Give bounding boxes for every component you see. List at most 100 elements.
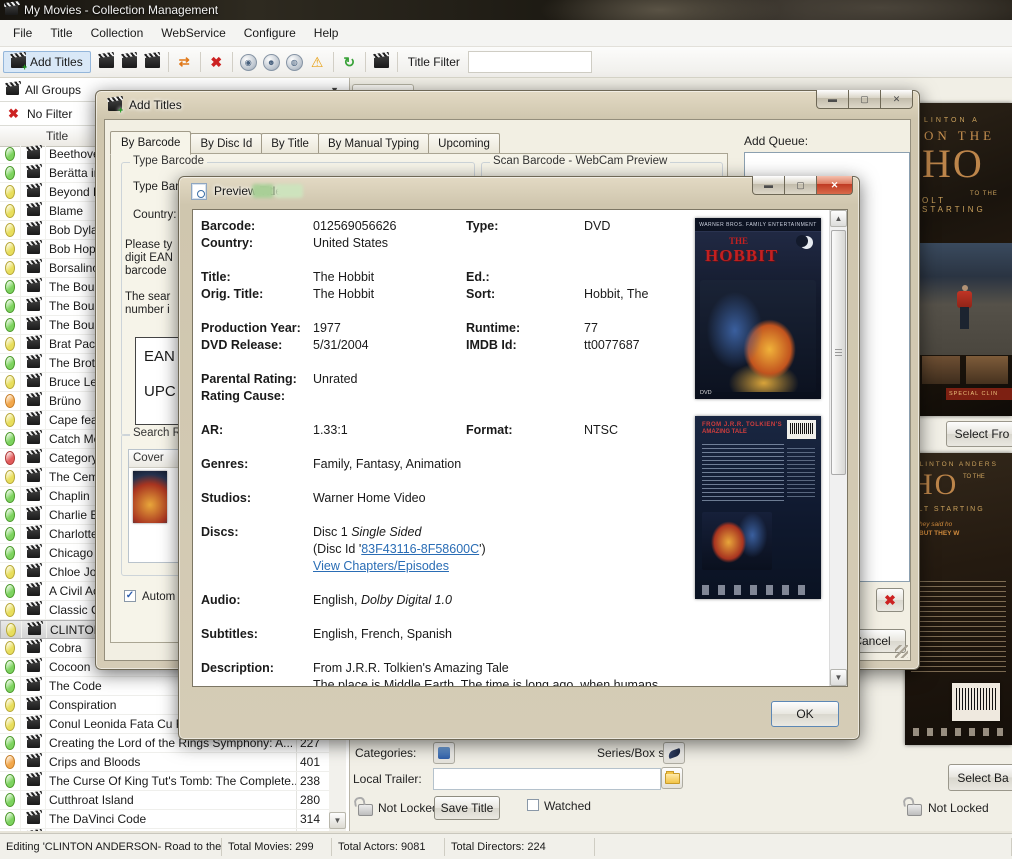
tab-by-disc-id[interactable]: By Disc Id (190, 133, 262, 155)
select-back-button[interactable]: Select Ba (948, 764, 1012, 791)
add-titles-button[interactable]: + Add Titles (3, 51, 91, 73)
tab-by-title[interactable]: By Title (261, 133, 319, 155)
status-cell (0, 810, 21, 828)
synchronize-icon[interactable]: ↻ (340, 53, 359, 71)
field-value-line: View Chapters/Episodes (313, 558, 466, 575)
person-search-icon[interactable]: ☻ (262, 53, 281, 71)
categories-icon[interactable] (433, 742, 455, 764)
disc-copy-icon[interactable] (143, 53, 162, 71)
cover-art-text: HO (922, 144, 1012, 184)
movie-icon-cell (21, 753, 46, 771)
title-filter-input[interactable] (468, 51, 592, 73)
field-value-2: DVD (584, 218, 691, 235)
field-link[interactable]: View Chapters/Episodes (313, 559, 449, 573)
field-link[interactable]: 83F43116-8F58600C (361, 542, 479, 556)
field-label-2 (466, 626, 584, 643)
movie-clapper-icon (27, 168, 40, 178)
status-indicator-green (5, 299, 15, 313)
menu-item-title[interactable]: Title (41, 22, 81, 44)
title-list-row[interactable]: The Curse Of King Tut's Tomb: The Comple… (0, 772, 329, 791)
status-cell (0, 164, 21, 182)
title-list-row[interactable]: Crips and Bloods401 (0, 753, 329, 772)
local-trailer-input[interactable] (433, 768, 661, 790)
field-value-text: 012569056626 (313, 219, 396, 233)
status-cell (0, 487, 21, 505)
minimize-button[interactable]: ▬ (752, 176, 785, 195)
status-indicator-yellow (5, 185, 15, 199)
field-label: Genres: (201, 456, 313, 473)
window-buttons: ▬ ▢ ✕ (817, 90, 913, 109)
watched-checkbox[interactable] (527, 799, 539, 811)
scroll-up-icon[interactable]: ▲ (830, 210, 847, 227)
status-cell (0, 715, 21, 733)
series-box-set-icon[interactable] (663, 742, 685, 764)
field-label-2: Sort: (466, 286, 584, 303)
maximize-button[interactable]: ▢ (848, 90, 881, 109)
lock-open-icon[interactable] (358, 804, 373, 816)
preview-scrollbar[interactable]: ▲ ▼ (829, 210, 847, 686)
report-problem-icon[interactable]: ⚠ (308, 53, 327, 71)
not-locked-label-right: Not Locked (928, 801, 989, 815)
menu-item-webservice[interactable]: WebService (152, 22, 234, 44)
title-filter-icon[interactable] (372, 53, 391, 71)
automatically-checkbox[interactable]: ✓ (124, 590, 136, 602)
movie-icon-cell (21, 411, 46, 429)
delete-title-icon[interactable]: ✖ (207, 53, 226, 71)
redacted-text-blob (252, 184, 274, 198)
web-update-icon[interactable] (120, 53, 139, 71)
movie-clapper-icon (27, 510, 40, 520)
webcam-icon[interactable]: ◉ (239, 53, 258, 71)
result-cover-thumbnail[interactable] (133, 471, 167, 523)
menu-item-file[interactable]: File (4, 22, 41, 44)
field-value: The place is Middle Earth. The time is l… (313, 677, 466, 687)
tab-by-barcode[interactable]: By Barcode (110, 131, 191, 155)
title-fields: Barcode:012569056626Type:DVDCountry:Unit… (201, 218, 691, 687)
minimize-button[interactable]: ▬ (816, 90, 849, 109)
field-value-2 (584, 490, 691, 507)
movie-icon-cell (21, 202, 46, 220)
lock-open-icon-right[interactable] (907, 804, 922, 816)
menu-item-help[interactable]: Help (305, 22, 348, 44)
cover-art-text: LINTON A (924, 117, 1012, 124)
group-selector-label: All Groups (25, 83, 81, 97)
field-value: English, Dolby Digital 1.0 (313, 592, 466, 609)
field-group: Audio:English, Dolby Digital 1.0 (201, 592, 691, 609)
browse-trailer-button[interactable] (661, 767, 683, 789)
title-list-row[interactable]: The DaVinci Code314 (0, 810, 329, 829)
field-label-2 (466, 592, 584, 609)
field-row: Production Year:1977Runtime:77 (201, 320, 691, 337)
scroll-down-icon[interactable]: ▼ (329, 812, 346, 829)
cover-artwork (702, 512, 772, 570)
save-title-button[interactable]: Save Title (434, 796, 500, 820)
menu-item-configure[interactable]: Configure (235, 22, 305, 44)
scroll-down-icon[interactable]: ▼ (830, 669, 847, 686)
field-value: 1.33:1 (313, 422, 466, 439)
movie-clapper-icon (27, 643, 40, 653)
status-cell (0, 468, 21, 486)
type-barcode-group-label: Type Barcode (130, 155, 207, 167)
close-button[interactable]: ✕ (880, 90, 913, 109)
title-list-row[interactable] (0, 829, 329, 831)
field-value-text: Disc 1 (313, 525, 351, 539)
scrollbar-thumb[interactable] (831, 230, 846, 475)
title-cell: Crips and Bloods (46, 755, 296, 769)
status-indicator-green (5, 660, 15, 674)
update-title-icon[interactable] (97, 53, 116, 71)
disc-lookup-icon[interactable]: ◍ (285, 53, 304, 71)
field-value: The Hobbit (313, 269, 466, 286)
tab-by-manual-typing[interactable]: By Manual Typing (318, 133, 429, 155)
menu-item-collection[interactable]: Collection (82, 22, 153, 44)
maximize-button[interactable]: ▢ (784, 176, 817, 195)
title-list-row[interactable]: Cutthroat Island280 (0, 791, 329, 810)
ok-button[interactable]: OK (771, 701, 839, 727)
status-indicator-yellow (5, 261, 15, 275)
clapper-glyph-icon (99, 56, 114, 68)
select-front-button[interactable]: Select Fro (946, 421, 1012, 447)
field-value-2 (584, 660, 691, 677)
swap-covers-icon[interactable]: ⇄ (175, 53, 194, 71)
remove-from-queue-button[interactable]: ✖ (876, 588, 904, 612)
tab-upcoming[interactable]: Upcoming (428, 133, 500, 155)
close-button[interactable]: ✕ (816, 176, 853, 195)
resize-grip[interactable] (895, 645, 908, 658)
field-row: Genres:Family, Fantasy, Animation (201, 456, 691, 473)
